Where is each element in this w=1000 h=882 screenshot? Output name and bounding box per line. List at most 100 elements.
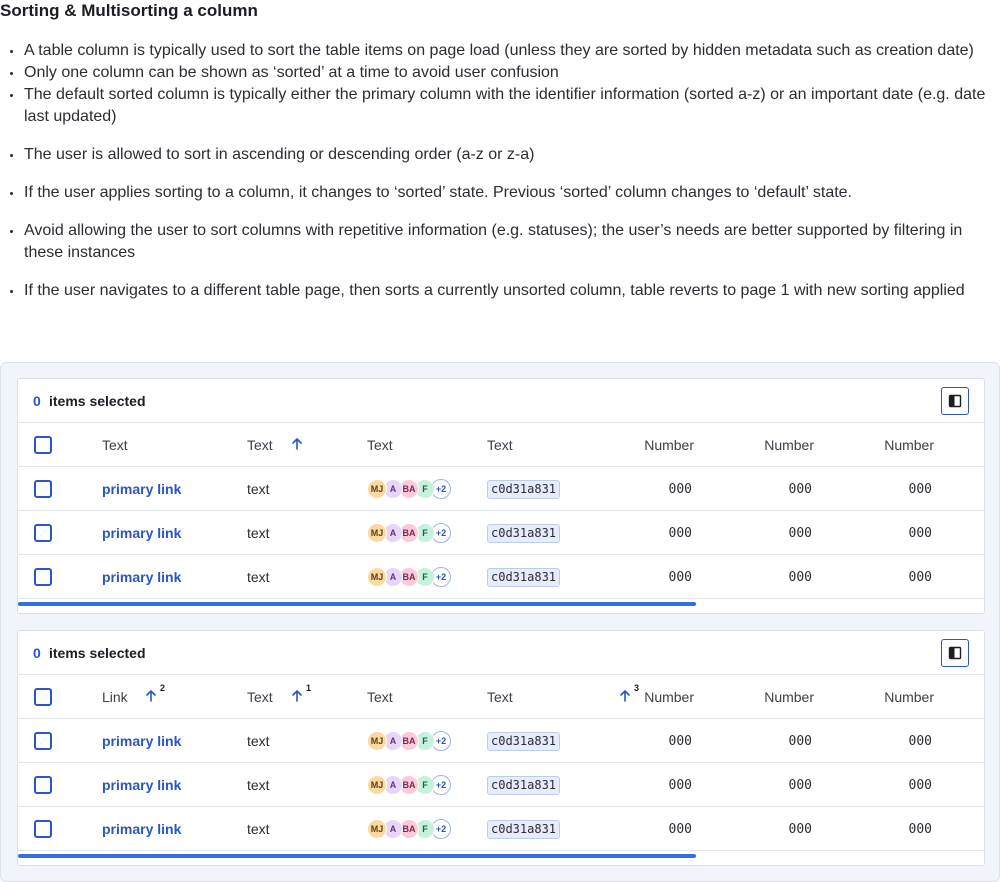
page-title: Sorting & Multisorting a column [0,1,258,20]
avatar-cell: MJ A BA F +2 [367,807,457,851]
table-row: primary link text MJ A BA F +2 c0d31a831 000 000 0… [18,807,984,851]
sort-ascending-icon[interactable] [144,689,158,703]
avatar-cell: MJ A BA F +2 [367,719,457,763]
column-settings-button[interactable] [941,387,969,415]
avatar-group[interactable]: MJ A BA F +2 [367,523,457,543]
avatar-group[interactable]: MJ A BA F +2 [367,731,457,751]
avatar-group[interactable]: MJ A BA F +2 [367,775,457,795]
number-cell: 000 [908,821,932,837]
guideline-item: If the user applies sorting to a column,… [8,182,998,204]
column-header[interactable]: Text [367,675,477,719]
code-cell: c0d31a831 [487,555,561,599]
column-header-label: Number [884,437,934,453]
link-cell: primary link [102,763,181,807]
row-checkbox[interactable] [34,524,52,542]
code-tag: c0d31a831 [487,523,561,543]
row-checkbox[interactable] [34,480,52,498]
primary-link[interactable]: primary link [102,733,181,749]
sort-priority-number: 1 [306,683,312,693]
select-all-checkbox[interactable] [34,436,52,454]
data-table-multi-sort: 0 items selected Link Text Text Text Number Num… [17,630,985,866]
table-toolbar: 0 items selected [18,379,984,423]
avatar-group[interactable]: MJ A BA F +2 [367,819,457,839]
column-header-label: Link [102,689,128,705]
row-checkbox[interactable] [34,732,52,750]
text-cell: text [247,511,270,555]
select-all-checkbox[interactable] [34,688,52,706]
avatar-group[interactable]: MJ A BA F +2 [367,479,457,499]
selected-label: items selected [49,393,146,409]
number-cell: 000 [788,777,812,793]
text-value: text [247,481,270,497]
column-header-label: Text [247,437,273,453]
guideline-item: A table column is typically used to sort… [8,40,998,62]
table-row: primary link text MJ A BA F +2 c0d31a831 000 000 0… [18,467,984,511]
number-cell: 000 [788,481,812,497]
column-header[interactable]: Number [818,675,934,719]
avatar-cell: MJ A BA F +2 [367,763,457,807]
column-header[interactable]: Text [367,423,477,467]
row-checkbox[interactable] [34,820,52,838]
text-cell: text [247,763,270,807]
table-header-row: Text Text Text Text Number Number Number [18,423,984,467]
sort-ascending-icon[interactable] [290,437,304,451]
row-checkbox[interactable] [34,776,52,794]
text-value: text [247,733,270,749]
code-cell: c0d31a831 [487,467,561,511]
sort-ascending-icon[interactable] [618,689,632,703]
row-checkbox[interactable] [34,568,52,586]
avatar: MJ [367,567,387,587]
text-value: text [247,525,270,541]
column-header[interactable]: Number [578,675,694,719]
selected-count: 0 [33,645,41,661]
code-cell: c0d31a831 [487,763,561,807]
primary-link[interactable]: primary link [102,821,181,837]
avatar-cell: MJ A BA F +2 [367,555,457,599]
text-cell: text [247,807,270,851]
column-header-label: Text [367,437,393,453]
primary-link[interactable]: primary link [102,569,181,585]
primary-link[interactable]: primary link [102,481,181,497]
sort-ascending-icon[interactable] [290,689,304,703]
sort-priority-number: 3 [634,683,640,693]
column-header-label: Number [644,689,694,705]
number-cell: 000 [668,481,692,497]
code-tag: c0d31a831 [487,819,561,839]
code-tag: c0d31a831 [487,479,561,499]
number-cell: 000 [788,733,812,749]
guideline-item: If the user navigates to a different tab… [8,280,998,302]
column-header-label: Text [247,689,273,705]
column-header-label: Number [764,689,814,705]
columns-icon [948,646,962,660]
table-header-row: Link Text Text Text Number Number Number 2 1 3 [18,675,984,719]
avatar-group[interactable]: MJ A BA F +2 [367,567,457,587]
column-header[interactable]: Text [102,423,212,467]
selected-label: items selected [49,645,146,661]
text-value: text [247,569,270,585]
avatar-cell: MJ A BA F +2 [367,467,457,511]
code-tag: c0d31a831 [487,731,561,751]
primary-link[interactable]: primary link [102,777,181,793]
number-cell: 000 [908,733,932,749]
selected-count: 0 [33,393,41,409]
column-header-label: Text [102,437,128,453]
guideline-item: The default sorted column is typically e… [8,84,998,128]
horizontal-scrollbar[interactable] [18,602,696,606]
number-cell: 000 [788,821,812,837]
horizontal-scrollbar[interactable] [18,854,696,858]
table-toolbar: 0 items selected [18,631,984,675]
avatar: MJ [367,479,387,499]
text-cell: text [247,467,270,511]
table-row: primary link text MJ A BA F +2 c0d31a831 000 000 0… [18,763,984,807]
code-tag: c0d31a831 [487,775,561,795]
primary-link[interactable]: primary link [102,525,181,541]
column-header[interactable]: Number [698,675,814,719]
number-cell: 000 [908,777,932,793]
guideline-item: Only one column can be shown as ‘sorted’… [8,62,998,84]
column-header[interactable]: Number [818,423,934,467]
text-value: text [247,821,270,837]
link-cell: primary link [102,807,181,851]
column-settings-button[interactable] [941,639,969,667]
column-header[interactable]: Number [578,423,694,467]
column-header[interactable]: Number [698,423,814,467]
